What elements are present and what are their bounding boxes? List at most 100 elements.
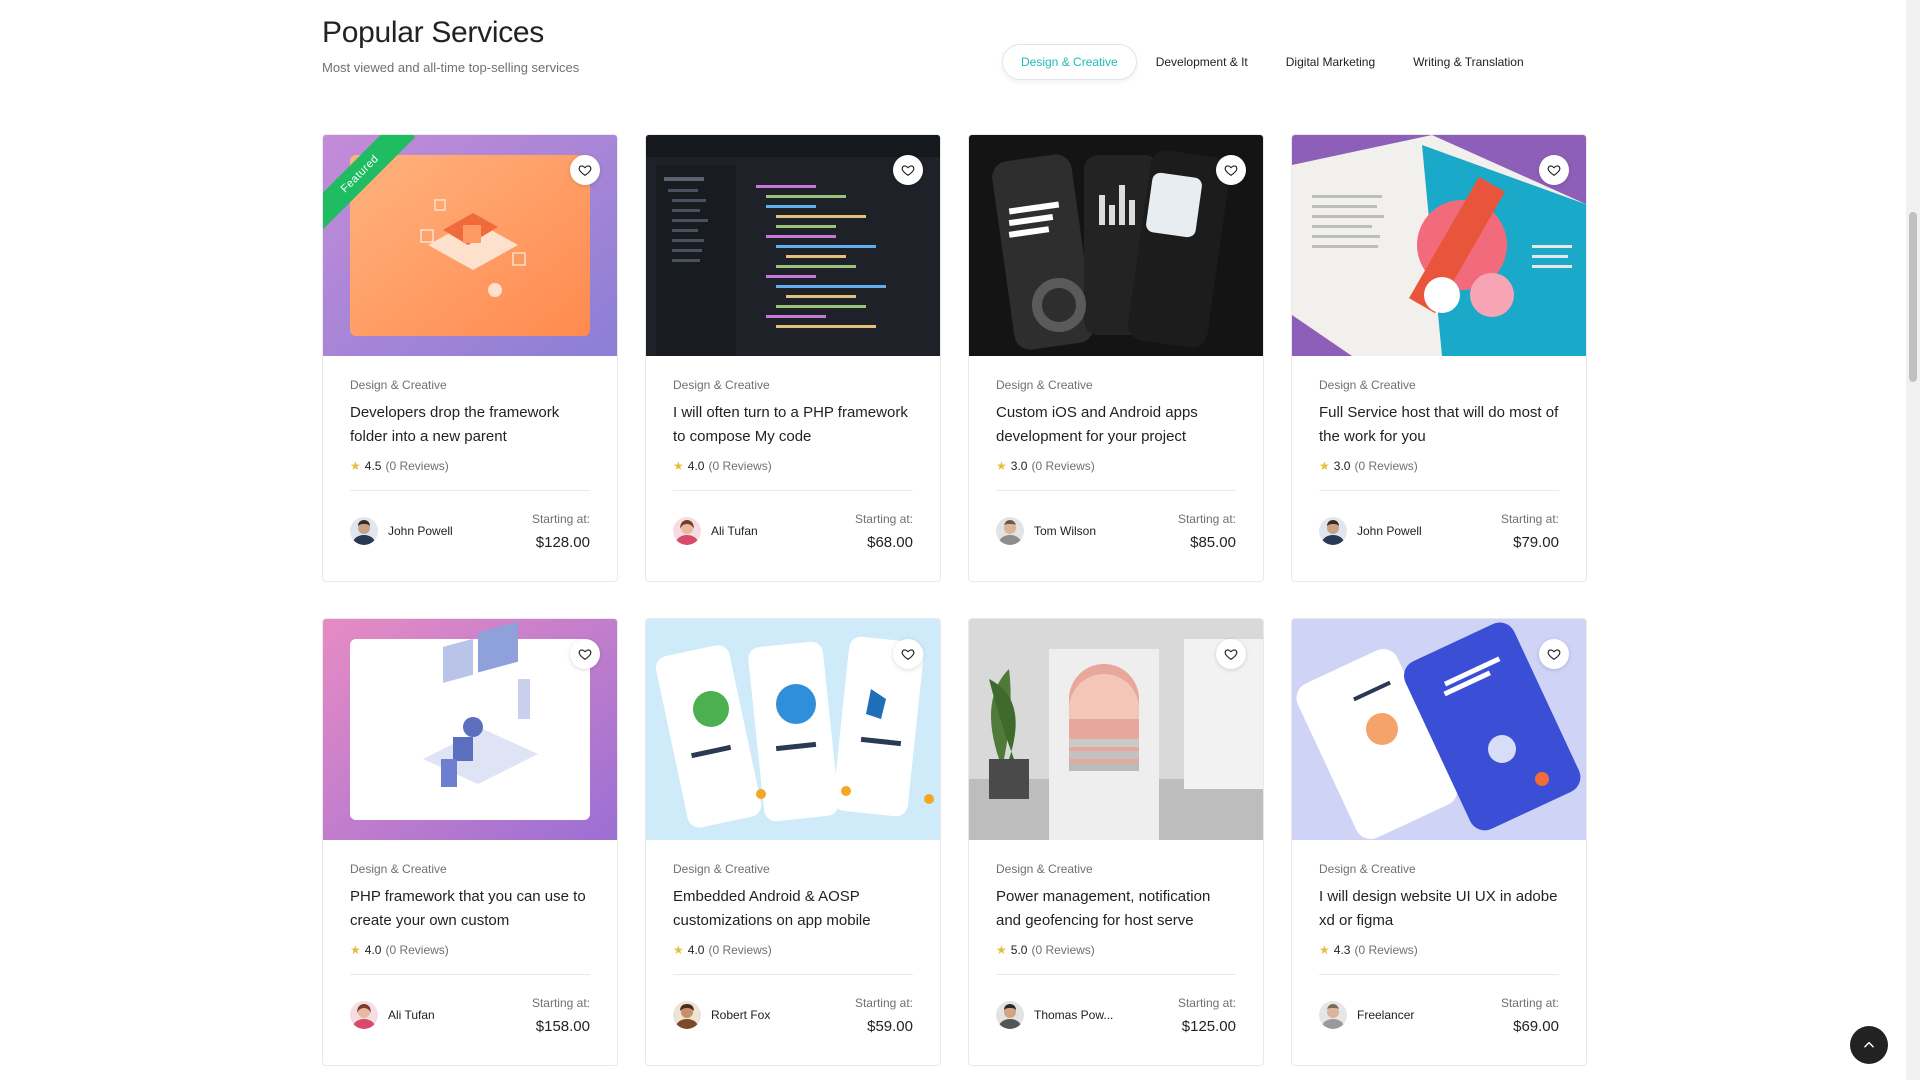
service-rating: ★ 3.0 (0 Reviews) [1319,459,1559,473]
star-icon: ★ [673,943,684,957]
service-rating: ★ 4.3 (0 Reviews) [1319,943,1559,957]
avatar [673,517,701,545]
service-category: Design & Creative [996,378,1093,392]
service-card[interactable]: Design & Creative Embedded Android & AOS… [645,618,941,1066]
favorite-button[interactable] [1216,155,1246,185]
service-card[interactable]: Featured Design & Creative Developers dr… [322,134,618,582]
service-card[interactable]: Design & Creative Power management, noti… [968,618,1264,1066]
service-card[interactable]: Design & Creative PHP framework that you… [322,618,618,1066]
service-category: Design & Creative [673,862,770,876]
service-thumbnail[interactable]: Featured [323,135,617,356]
chevron-up-icon [1864,1041,1874,1048]
service-thumbnail[interactable] [1292,135,1586,356]
avatar [673,1001,701,1029]
service-title[interactable]: PHP framework that you can use to create… [350,885,590,933]
review-count: (0 Reviews) [1031,943,1095,957]
author[interactable]: Ali Tufan [673,517,758,545]
author[interactable]: John Powell [350,517,453,545]
author[interactable]: Ali Tufan [350,1001,435,1029]
favorite-button[interactable] [893,639,923,669]
author[interactable]: Tom Wilson [996,517,1096,545]
service-thumbnail[interactable] [1292,619,1586,840]
service-thumbnail[interactable] [969,135,1263,356]
favorite-button[interactable] [1539,155,1569,185]
price: $125.00 [1181,1017,1236,1035]
favorite-button[interactable] [570,155,600,185]
service-title[interactable]: I will design website UI UX in adobe xd … [1319,885,1559,933]
service-thumbnail[interactable] [646,135,940,356]
price: $79.00 [1513,533,1559,551]
favorite-button[interactable] [570,639,600,669]
review-count: (0 Reviews) [1354,943,1418,957]
price-label: Starting at: [531,511,590,526]
price: $59.00 [867,1017,913,1035]
avatar [996,1001,1024,1029]
rating-value: 4.0 [687,459,705,473]
heart-icon [578,165,592,176]
review-count: (0 Reviews) [1354,459,1418,473]
page-scrollbar[interactable] [1906,0,1920,1080]
heart-icon [1224,165,1238,176]
author-name: Robert Fox [711,1008,771,1022]
tab-design-creative[interactable]: Design & Creative [1002,44,1137,80]
price: $69.00 [1513,1017,1559,1035]
service-thumbnail[interactable] [969,619,1263,840]
service-title[interactable]: Full Service host that will do most of t… [1319,401,1559,449]
author[interactable]: John Powell [1319,517,1422,545]
author-name: John Powell [388,524,453,538]
rating-value: 3.0 [1010,459,1028,473]
price-label: Starting at: [1177,511,1236,526]
service-category: Design & Creative [1319,862,1416,876]
service-card[interactable]: Design & Creative Custom iOS and Android… [968,134,1264,582]
star-icon: ★ [1319,943,1330,957]
service-category: Design & Creative [673,378,770,392]
rating-value: 4.5 [364,459,382,473]
tab-digital-marketing[interactable]: Digital Marketing [1267,44,1394,80]
author[interactable]: Robert Fox [673,1001,770,1029]
favorite-button[interactable] [893,155,923,185]
heart-icon [578,649,592,660]
avatar [1319,1001,1347,1029]
rating-value: 4.0 [687,943,705,957]
service-title[interactable]: Developers drop the framework folder int… [350,401,590,449]
price: $158.00 [535,1017,590,1035]
heart-icon [1224,649,1238,660]
service-rating: ★ 4.0 (0 Reviews) [673,459,913,473]
price: $85.00 [1190,533,1236,551]
section-title: Popular Services [322,16,544,49]
services-grid: Featured Design & Creative Developers dr… [322,134,1587,1066]
service-title[interactable]: I will often turn to a PHP framework to … [673,401,913,449]
service-title[interactable]: Power management, notification and geofe… [996,885,1236,933]
service-card[interactable]: Design & Creative I will often turn to a… [645,134,941,582]
author-name: Freelancer [1357,1008,1415,1022]
author[interactable]: Freelancer [1319,1001,1414,1029]
price-label: Starting at: [854,511,913,526]
review-count: (0 Reviews) [1031,459,1095,473]
rating-value: 4.0 [364,943,382,957]
service-card[interactable]: Design & Creative I will design website … [1291,618,1587,1066]
star-icon: ★ [996,943,1007,957]
service-thumbnail[interactable] [323,619,617,840]
scroll-to-top-button[interactable] [1850,1026,1888,1064]
service-title[interactable]: Custom iOS and Android apps development … [996,401,1236,449]
tab-writing-translation[interactable]: Writing & Translation [1394,44,1543,80]
service-rating: ★ 4.0 (0 Reviews) [673,943,913,957]
author[interactable]: Thomas Pow... [996,1001,1113,1029]
favorite-button[interactable] [1539,639,1569,669]
service-rating: ★ 4.0 (0 Reviews) [350,943,590,957]
service-thumbnail[interactable] [646,619,940,840]
tab-development-it[interactable]: Development & It [1137,44,1267,80]
heart-icon [901,649,915,660]
review-count: (0 Reviews) [385,943,449,957]
star-icon: ★ [350,943,361,957]
scrollbar-thumb[interactable] [1909,212,1917,382]
heart-icon [1547,165,1561,176]
author-name: Ali Tufan [711,524,758,538]
review-count: (0 Reviews) [385,459,449,473]
service-card[interactable]: Design & Creative Full Service host that… [1291,134,1587,582]
price-label: Starting at: [1500,995,1559,1010]
heart-icon [1547,649,1561,660]
favorite-button[interactable] [1216,639,1246,669]
service-title[interactable]: Embedded Android & AOSP customizations o… [673,885,913,933]
price-label: Starting at: [531,995,590,1010]
